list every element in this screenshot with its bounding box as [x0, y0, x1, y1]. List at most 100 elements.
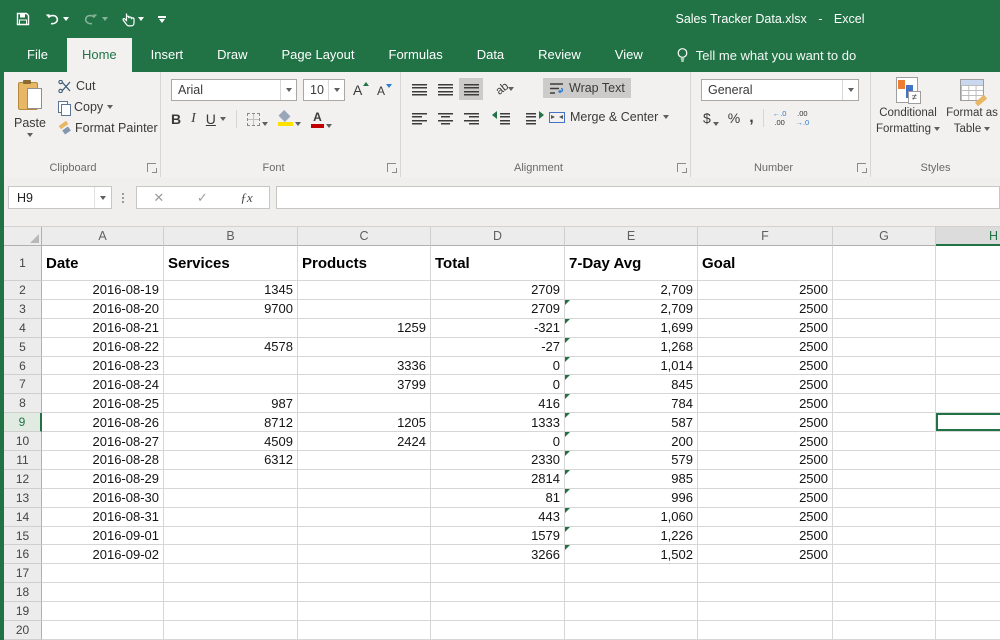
decrease-indent-button[interactable]: [493, 107, 517, 129]
cell-E16[interactable]: 1,502: [565, 545, 698, 564]
cell-G13[interactable]: [833, 489, 936, 508]
paste-button[interactable]: Paste: [7, 77, 53, 159]
cell-E12[interactable]: 985: [565, 470, 698, 489]
cell-H1[interactable]: [936, 246, 1000, 281]
cell-C5[interactable]: [298, 338, 431, 357]
top-align-button[interactable]: [407, 78, 431, 100]
align-left-button[interactable]: [407, 107, 431, 129]
cell-A7[interactable]: 2016-08-24: [42, 375, 164, 394]
cell-B10[interactable]: 4509: [164, 432, 298, 451]
cell-H14[interactable]: [936, 508, 1000, 527]
number-format-dropdown[interactable]: [848, 88, 854, 92]
cell-B8[interactable]: 987: [164, 394, 298, 413]
tab-data[interactable]: Data: [462, 38, 519, 72]
cell-A19[interactable]: [42, 602, 164, 621]
cell-A17[interactable]: [42, 564, 164, 583]
row-header-1[interactable]: 1: [4, 246, 42, 281]
cell-F13[interactable]: 2500: [698, 489, 833, 508]
formula-bar-splitter[interactable]: [122, 193, 124, 195]
cell-D12[interactable]: 2814: [431, 470, 565, 489]
cell-F5[interactable]: 2500: [698, 338, 833, 357]
cell-B20[interactable]: [164, 621, 298, 640]
cell-C12[interactable]: [298, 470, 431, 489]
cell-A15[interactable]: 2016-09-01: [42, 527, 164, 546]
row-header-16[interactable]: 16: [4, 545, 42, 564]
cell-G4[interactable]: [833, 319, 936, 338]
cell-C7[interactable]: 3799: [298, 375, 431, 394]
cell-C8[interactable]: [298, 394, 431, 413]
number-dialog-launcher[interactable]: [857, 163, 866, 172]
cell-H10[interactable]: [936, 432, 1000, 451]
cell-H15[interactable]: [936, 527, 1000, 546]
row-header-14[interactable]: 14: [4, 508, 42, 527]
cell-A6[interactable]: 2016-08-23: [42, 357, 164, 376]
cell-E11[interactable]: 579: [565, 451, 698, 470]
insert-function-button[interactable]: ƒx: [240, 190, 252, 206]
borders-dropdown[interactable]: [262, 122, 268, 126]
cell-F14[interactable]: 2500: [698, 508, 833, 527]
cell-E1[interactable]: 7-Day Avg: [565, 246, 698, 281]
tab-draw[interactable]: Draw: [202, 38, 262, 72]
select-all-button[interactable]: [4, 227, 42, 246]
name-box-dropdown[interactable]: [100, 196, 106, 200]
merge-center-dropdown[interactable]: [663, 115, 669, 119]
alignment-dialog-launcher[interactable]: [677, 163, 686, 172]
cell-B12[interactable]: [164, 470, 298, 489]
cell-F7[interactable]: 2500: [698, 375, 833, 394]
copy-button[interactable]: Copy: [58, 100, 158, 114]
row-header-10[interactable]: 10: [4, 432, 42, 451]
cell-F19[interactable]: [698, 602, 833, 621]
cell-G6[interactable]: [833, 357, 936, 376]
conditional-formatting-dropdown[interactable]: [934, 127, 940, 131]
cell-E7[interactable]: 845: [565, 375, 698, 394]
cell-B3[interactable]: 9700: [164, 300, 298, 319]
cell-G15[interactable]: [833, 527, 936, 546]
cell-G17[interactable]: [833, 564, 936, 583]
cell-H4[interactable]: [936, 319, 1000, 338]
cell-D7[interactable]: 0: [431, 375, 565, 394]
decrease-decimal-button[interactable]: .00 →.0: [795, 110, 809, 126]
font-color-button[interactable]: A: [311, 111, 332, 128]
cell-F10[interactable]: 2500: [698, 432, 833, 451]
tab-view[interactable]: View: [600, 38, 658, 72]
orientation-button[interactable]: ab: [493, 78, 517, 100]
cut-button[interactable]: Cut: [58, 79, 158, 93]
cell-B19[interactable]: [164, 602, 298, 621]
cell-E19[interactable]: [565, 602, 698, 621]
underline-dropdown[interactable]: [220, 117, 226, 121]
cell-D5[interactable]: -27: [431, 338, 565, 357]
cell-C6[interactable]: 3336: [298, 357, 431, 376]
row-header-2[interactable]: 2: [4, 281, 42, 300]
tab-page-layout[interactable]: Page Layout: [267, 38, 370, 72]
tab-formulas[interactable]: Formulas: [374, 38, 458, 72]
cell-D14[interactable]: 443: [431, 508, 565, 527]
cell-C10[interactable]: 2424: [298, 432, 431, 451]
cell-B15[interactable]: [164, 527, 298, 546]
column-header-F[interactable]: F: [698, 227, 833, 246]
tell-me-box[interactable]: Tell me what you want to do: [676, 38, 856, 72]
cell-F15[interactable]: 2500: [698, 527, 833, 546]
cell-C3[interactable]: [298, 300, 431, 319]
cell-G20[interactable]: [833, 621, 936, 640]
cell-H9[interactable]: [936, 413, 1000, 432]
cell-D13[interactable]: 81: [431, 489, 565, 508]
cell-F3[interactable]: 2500: [698, 300, 833, 319]
tab-review[interactable]: Review: [523, 38, 596, 72]
cell-G10[interactable]: [833, 432, 936, 451]
cell-G8[interactable]: [833, 394, 936, 413]
row-header-4[interactable]: 4: [4, 319, 42, 338]
cell-B9[interactable]: 8712: [164, 413, 298, 432]
cell-H11[interactable]: [936, 451, 1000, 470]
font-name-dropdown[interactable]: [286, 88, 292, 92]
cell-C11[interactable]: [298, 451, 431, 470]
tab-home[interactable]: Home: [67, 38, 132, 72]
column-header-B[interactable]: B: [164, 227, 298, 246]
row-header-19[interactable]: 19: [4, 602, 42, 621]
cell-A1[interactable]: Date: [42, 246, 164, 281]
column-header-H[interactable]: H: [936, 227, 1000, 246]
cell-C1[interactable]: Products: [298, 246, 431, 281]
italic-button[interactable]: I: [191, 111, 196, 127]
cell-A5[interactable]: 2016-08-22: [42, 338, 164, 357]
column-header-G[interactable]: G: [833, 227, 936, 246]
cell-B16[interactable]: [164, 545, 298, 564]
